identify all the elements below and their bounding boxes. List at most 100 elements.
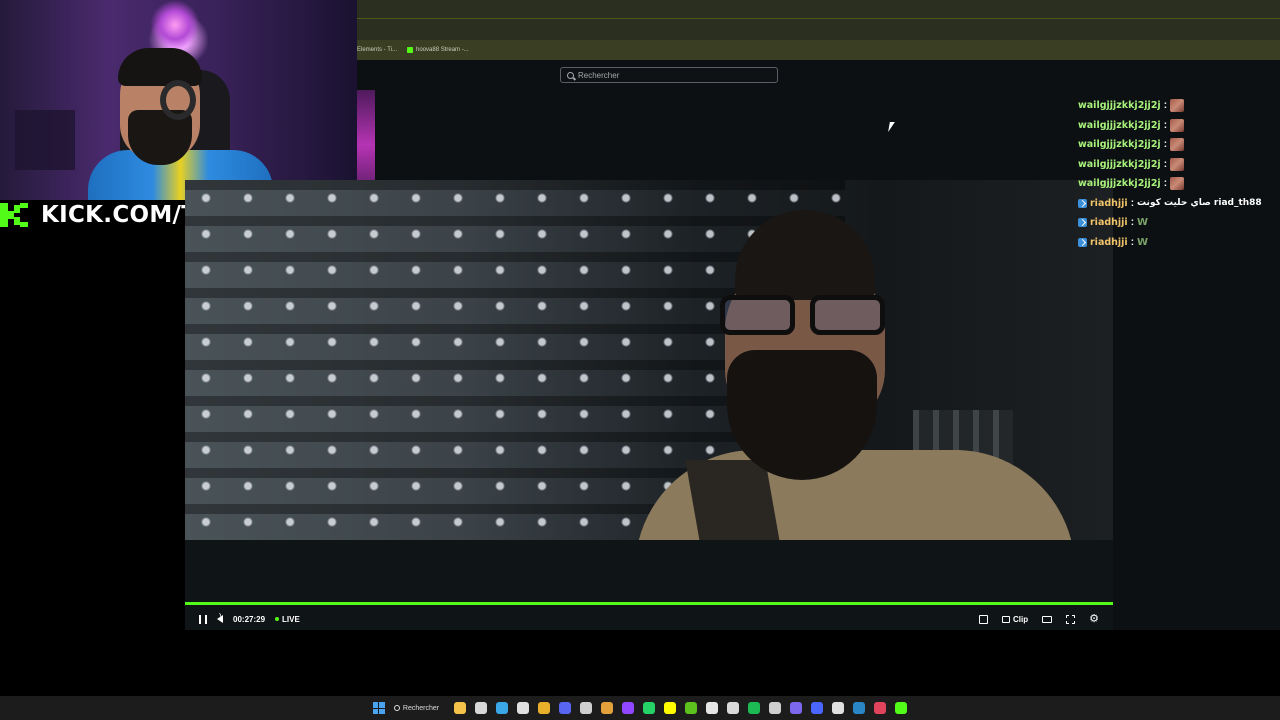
chat-message: wailgjjjzkkj2jj2j : — [1078, 116, 1278, 136]
snapchat-icon[interactable] — [664, 702, 677, 714]
emote-icon — [1170, 138, 1185, 152]
taskbar-search[interactable]: Rechercher — [393, 704, 440, 712]
emote-icon — [1170, 157, 1185, 171]
chat-username: riadhjji — [1090, 236, 1128, 248]
search-icon — [393, 705, 400, 711]
clock-icon[interactable] — [517, 702, 530, 714]
headset-icon — [160, 80, 196, 120]
subscriber-badge-icon — [1078, 198, 1087, 208]
subscriber-badge-icon — [1078, 218, 1087, 228]
video-editor-icon[interactable] — [811, 702, 824, 714]
spotify-icon[interactable] — [748, 702, 761, 714]
subject-hair — [735, 210, 875, 300]
kick-logo-icon — [0, 203, 36, 227]
settings-gear-icon[interactable]: ⚙ — [1089, 613, 1099, 625]
edge-icon[interactable] — [496, 702, 509, 714]
xbox-icon[interactable] — [685, 702, 698, 714]
video-subject — [635, 210, 1075, 540]
tab-bar: Elements - Ti... hoova88 Stream -... — [357, 40, 1280, 60]
chat-text: W — [1137, 217, 1149, 229]
video-frame[interactable] — [185, 180, 1113, 540]
clip-icon — [1002, 615, 1011, 623]
chat-separator: : — [1163, 100, 1168, 112]
browser-header — [357, 0, 1280, 40]
media-icon[interactable] — [727, 702, 740, 714]
chat-message: wailgjjjzkkj2jj2j : — [1078, 155, 1278, 175]
chat-separator: : — [1163, 178, 1168, 190]
calendar-icon[interactable] — [475, 702, 488, 714]
valorant-icon[interactable] — [769, 702, 782, 714]
theater-mode-icon[interactable] — [1042, 615, 1053, 623]
mouse-cursor-icon — [888, 122, 900, 132]
search-placeholder: Rechercher — [578, 70, 620, 80]
whatsapp-icon[interactable] — [643, 702, 656, 714]
tab-label: Elements - Ti... — [357, 47, 398, 53]
launcher-icon[interactable] — [790, 702, 803, 714]
discord-icon[interactable] — [559, 702, 572, 714]
chat-separator: : — [1130, 236, 1135, 248]
steam-icon[interactable] — [853, 702, 866, 714]
tiktok-icon[interactable] — [706, 702, 719, 714]
chat-message: riadhjji : W — [1078, 233, 1278, 253]
chat-username: wailgjjjzkkj2jj2j — [1078, 158, 1161, 170]
chat-separator: : — [1163, 139, 1168, 151]
fullscreen-icon[interactable] — [1066, 614, 1076, 624]
background-shelf — [15, 110, 75, 170]
capcut-icon[interactable] — [832, 702, 845, 714]
volume-icon[interactable] — [217, 612, 223, 623]
chat-separator: : — [1163, 158, 1168, 170]
header-divider — [357, 18, 1280, 19]
live-label: LIVE — [282, 614, 300, 624]
terminal-icon[interactable] — [895, 702, 908, 714]
chrome-icon[interactable] — [538, 702, 551, 714]
site-search-input[interactable]: Rechercher — [560, 67, 778, 83]
chat-username: wailgjjjzkkj2jj2j — [1078, 100, 1161, 112]
controls-right: Clip ⚙ — [979, 613, 1099, 625]
elapsed-time: 00:27:29 — [233, 614, 266, 624]
windows-start-icon[interactable] — [372, 702, 385, 714]
pause-icon[interactable] — [199, 614, 207, 624]
tab-stream[interactable]: hoova88 Stream -... — [407, 47, 469, 53]
chat-username: riadhjji — [1090, 217, 1128, 229]
tab-elements[interactable]: Elements - Ti... — [357, 47, 397, 53]
chat-overlay: wailgjjjzkkj2jj2j : wailgjjjzkkj2jj2j : … — [1078, 96, 1278, 252]
chat-separator: : — [1130, 197, 1135, 209]
emote-icon — [1170, 118, 1185, 132]
chat-username: wailgjjjzkkj2jj2j — [1078, 119, 1161, 131]
chat-message: wailgjjjzkkj2jj2j : — [1078, 135, 1278, 155]
chat-text: W — [1137, 236, 1149, 248]
tab-label: hoova88 Stream -... — [416, 47, 469, 53]
subject-glasses — [720, 295, 890, 335]
neon-light — [150, 0, 200, 50]
chat-text: صاي حليت كونت riad_th88 — [1137, 198, 1262, 209]
taskbar-search-label: Rechercher — [402, 704, 440, 712]
clip-label: Clip — [1013, 614, 1029, 624]
windows-taskbar: Rechercher — [0, 696, 1280, 720]
live-dot-icon — [275, 617, 280, 621]
clip-button[interactable]: Clip — [1002, 615, 1028, 624]
chat-message: riadhjji : W — [1078, 213, 1278, 233]
emote-icon — [1170, 99, 1185, 113]
live-indicator: LIVE — [275, 615, 300, 624]
twitch-icon[interactable] — [622, 702, 635, 714]
chat-username: wailgjjjzkkj2jj2j — [1078, 178, 1161, 190]
search-icon — [567, 71, 574, 79]
app-icon[interactable] — [601, 702, 614, 714]
picture-in-picture-icon[interactable] — [979, 614, 989, 624]
chat-username: wailgjjjzkkj2jj2j — [1078, 139, 1161, 151]
tool-icon[interactable] — [580, 702, 593, 714]
chat-username: riadhjji — [1090, 197, 1128, 209]
streamer-hair — [118, 48, 202, 86]
chat-separator: : — [1163, 119, 1168, 131]
subscriber-badge-icon — [1078, 237, 1087, 247]
progress-bar[interactable] — [185, 602, 1113, 605]
chat-separator: : — [1130, 217, 1135, 229]
chat-message: wailgjjjzkkj2jj2j : — [1078, 174, 1278, 194]
chat-message: wailgjjjzkkj2jj2j : — [1078, 96, 1278, 116]
kick-favicon-icon — [407, 47, 414, 53]
controls-left: 00:27:29 LIVE — [199, 612, 300, 624]
player-controls: 00:27:29 LIVE Clip ⚙ — [185, 608, 1113, 630]
file-explorer-icon[interactable] — [454, 702, 467, 714]
chat-message: riadhjji : صاي حليت كونت riad_th88 — [1078, 194, 1278, 214]
obs-icon[interactable] — [874, 702, 887, 714]
